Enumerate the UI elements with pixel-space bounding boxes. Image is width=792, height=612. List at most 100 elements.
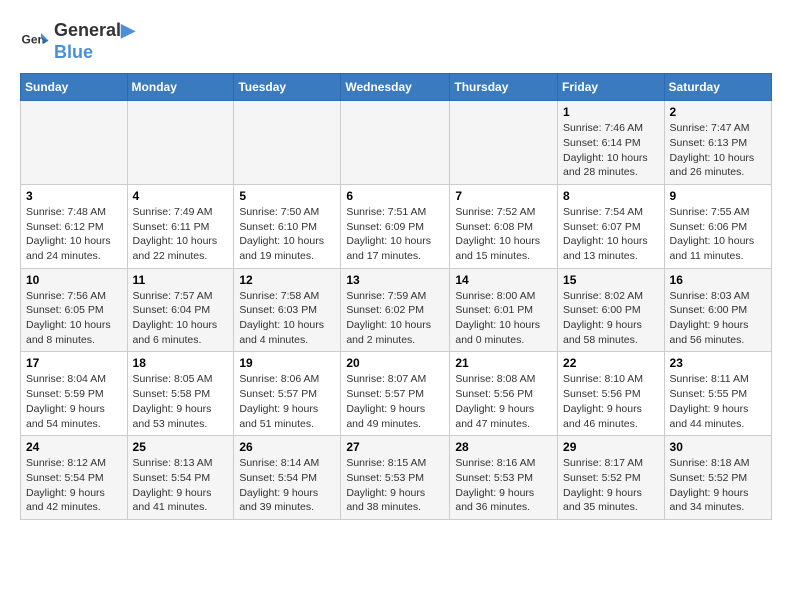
calendar-header-row: SundayMondayTuesdayWednesdayThursdayFrid… <box>21 74 772 101</box>
logo-icon: Gen <box>20 27 50 57</box>
day-info: Sunrise: 7:52 AMSunset: 6:08 PMDaylight:… <box>455 205 552 264</box>
logo-text: General▶ Blue <box>54 20 135 63</box>
week-row-3: 10 Sunrise: 7:56 AMSunset: 6:05 PMDayligh… <box>21 268 772 352</box>
day-cell: 27 Sunrise: 8:15 AMSunset: 5:53 PMDayligh… <box>341 436 450 520</box>
day-cell <box>450 101 558 185</box>
day-number: 4 <box>133 189 229 203</box>
week-row-4: 17Sunrise: 8:04 AMSunset: 5:59 PMDayligh… <box>21 352 772 436</box>
day-number: 14 <box>455 273 552 287</box>
day-info: Sunrise: 8:17 AMSunset: 5:52 PMDaylight:… <box>563 456 659 515</box>
day-number: 8 <box>563 189 659 203</box>
day-info: Sunrise: 8:14 AMSunset: 5:54 PMDaylight:… <box>239 456 335 515</box>
day-info: Sunrise: 7:55 AMSunset: 6:06 PMDaylight:… <box>670 205 766 264</box>
day-cell: 16 Sunrise: 8:03 AMSunset: 6:00 PMDayligh… <box>664 268 771 352</box>
day-cell: 7 Sunrise: 7:52 AMSunset: 6:08 PMDaylight… <box>450 184 558 268</box>
day-number: 1 <box>563 105 659 119</box>
day-cell: 9 Sunrise: 7:55 AMSunset: 6:06 PMDaylight… <box>664 184 771 268</box>
day-number: 5 <box>239 189 335 203</box>
weekday-header-sunday: Sunday <box>21 74 128 101</box>
day-number: 24 <box>26 440 122 454</box>
day-number: 6 <box>346 189 444 203</box>
day-number: 28 <box>455 440 552 454</box>
day-info: Sunrise: 8:15 AMSunset: 5:53 PMDaylight:… <box>346 456 444 515</box>
day-info: Sunrise: 7:50 AMSunset: 6:10 PMDaylight:… <box>239 205 335 264</box>
day-cell: 6Sunrise: 7:51 AMSunset: 6:09 PMDaylight… <box>341 184 450 268</box>
day-number: 12 <box>239 273 335 287</box>
day-number: 2 <box>670 105 766 119</box>
day-cell: 13 Sunrise: 7:59 AMSunset: 6:02 PMDayligh… <box>341 268 450 352</box>
day-cell: 26Sunrise: 8:14 AMSunset: 5:54 PMDayligh… <box>234 436 341 520</box>
day-info: Sunrise: 8:11 AMSunset: 5:55 PMDaylight:… <box>670 372 766 431</box>
day-cell: 25Sunrise: 8:13 AMSunset: 5:54 PMDayligh… <box>127 436 234 520</box>
day-cell: 20 Sunrise: 8:07 AMSunset: 5:57 PMDayligh… <box>341 352 450 436</box>
day-number: 7 <box>455 189 552 203</box>
weekday-header-saturday: Saturday <box>664 74 771 101</box>
week-row-2: 3Sunrise: 7:48 AMSunset: 6:12 PMDaylight… <box>21 184 772 268</box>
weekday-header-thursday: Thursday <box>450 74 558 101</box>
day-number: 15 <box>563 273 659 287</box>
day-info: Sunrise: 7:49 AMSunset: 6:11 PMDaylight:… <box>133 205 229 264</box>
day-cell <box>21 101 128 185</box>
day-cell: 4 Sunrise: 7:49 AMSunset: 6:11 PMDaylight… <box>127 184 234 268</box>
day-number: 9 <box>670 189 766 203</box>
day-number: 17 <box>26 356 122 370</box>
day-info: Sunrise: 7:56 AMSunset: 6:05 PMDaylight:… <box>26 289 122 348</box>
day-cell: 19 Sunrise: 8:06 AMSunset: 5:57 PMDayligh… <box>234 352 341 436</box>
day-info: Sunrise: 8:03 AMSunset: 6:00 PMDaylight:… <box>670 289 766 348</box>
day-number: 30 <box>670 440 766 454</box>
day-cell <box>234 101 341 185</box>
day-number: 13 <box>346 273 444 287</box>
day-cell: 21 Sunrise: 8:08 AMSunset: 5:56 PMDayligh… <box>450 352 558 436</box>
day-number: 11 <box>133 273 229 287</box>
day-number: 23 <box>670 356 766 370</box>
day-cell: 5 Sunrise: 7:50 AMSunset: 6:10 PMDaylight… <box>234 184 341 268</box>
day-cell: 23 Sunrise: 8:11 AMSunset: 5:55 PMDayligh… <box>664 352 771 436</box>
day-cell <box>127 101 234 185</box>
weekday-header-friday: Friday <box>558 74 665 101</box>
day-cell: 1Sunrise: 7:46 AMSunset: 6:14 PMDaylight… <box>558 101 665 185</box>
day-cell: 14Sunrise: 8:00 AMSunset: 6:01 PMDayligh… <box>450 268 558 352</box>
logo: Gen General▶ Blue <box>20 20 135 63</box>
day-cell: 30 Sunrise: 8:18 AMSunset: 5:52 PMDayligh… <box>664 436 771 520</box>
day-info: Sunrise: 7:47 AMSunset: 6:13 PMDaylight:… <box>670 121 766 180</box>
day-info: Sunrise: 8:16 AMSunset: 5:53 PMDaylight:… <box>455 456 552 515</box>
day-cell: 11 Sunrise: 7:57 AMSunset: 6:04 PMDayligh… <box>127 268 234 352</box>
week-row-1: 1Sunrise: 7:46 AMSunset: 6:14 PMDaylight… <box>21 101 772 185</box>
day-number: 21 <box>455 356 552 370</box>
day-number: 18 <box>133 356 229 370</box>
day-cell: 12 Sunrise: 7:58 AMSunset: 6:03 PMDayligh… <box>234 268 341 352</box>
day-number: 20 <box>346 356 444 370</box>
day-cell: 17Sunrise: 8:04 AMSunset: 5:59 PMDayligh… <box>21 352 128 436</box>
day-number: 16 <box>670 273 766 287</box>
weekday-header-wednesday: Wednesday <box>341 74 450 101</box>
day-cell: 22 Sunrise: 8:10 AMSunset: 5:56 PMDayligh… <box>558 352 665 436</box>
day-info: Sunrise: 8:18 AMSunset: 5:52 PMDaylight:… <box>670 456 766 515</box>
day-info: Sunrise: 7:57 AMSunset: 6:04 PMDaylight:… <box>133 289 229 348</box>
day-cell: 10 Sunrise: 7:56 AMSunset: 6:05 PMDayligh… <box>21 268 128 352</box>
weekday-header-monday: Monday <box>127 74 234 101</box>
weekday-header-tuesday: Tuesday <box>234 74 341 101</box>
day-info: Sunrise: 8:13 AMSunset: 5:54 PMDaylight:… <box>133 456 229 515</box>
day-number: 10 <box>26 273 122 287</box>
calendar-table: SundayMondayTuesdayWednesdayThursdayFrid… <box>20 73 772 520</box>
day-info: Sunrise: 8:07 AMSunset: 5:57 PMDaylight:… <box>346 372 444 431</box>
day-info: Sunrise: 8:06 AMSunset: 5:57 PMDaylight:… <box>239 372 335 431</box>
day-number: 27 <box>346 440 444 454</box>
day-info: Sunrise: 8:08 AMSunset: 5:56 PMDaylight:… <box>455 372 552 431</box>
day-number: 19 <box>239 356 335 370</box>
day-info: Sunrise: 8:10 AMSunset: 5:56 PMDaylight:… <box>563 372 659 431</box>
day-cell: 18Sunrise: 8:05 AMSunset: 5:58 PMDayligh… <box>127 352 234 436</box>
page-header: Gen General▶ Blue <box>20 20 772 63</box>
day-info: Sunrise: 7:54 AMSunset: 6:07 PMDaylight:… <box>563 205 659 264</box>
day-cell: 29Sunrise: 8:17 AMSunset: 5:52 PMDayligh… <box>558 436 665 520</box>
week-row-5: 24 Sunrise: 8:12 AMSunset: 5:54 PMDayligh… <box>21 436 772 520</box>
day-number: 22 <box>563 356 659 370</box>
day-info: Sunrise: 7:59 AMSunset: 6:02 PMDaylight:… <box>346 289 444 348</box>
day-number: 3 <box>26 189 122 203</box>
day-cell: 3Sunrise: 7:48 AMSunset: 6:12 PMDaylight… <box>21 184 128 268</box>
day-cell: 8 Sunrise: 7:54 AMSunset: 6:07 PMDaylight… <box>558 184 665 268</box>
day-cell: 28 Sunrise: 8:16 AMSunset: 5:53 PMDayligh… <box>450 436 558 520</box>
day-info: Sunrise: 8:12 AMSunset: 5:54 PMDaylight:… <box>26 456 122 515</box>
day-info: Sunrise: 7:58 AMSunset: 6:03 PMDaylight:… <box>239 289 335 348</box>
day-cell: 24 Sunrise: 8:12 AMSunset: 5:54 PMDayligh… <box>21 436 128 520</box>
